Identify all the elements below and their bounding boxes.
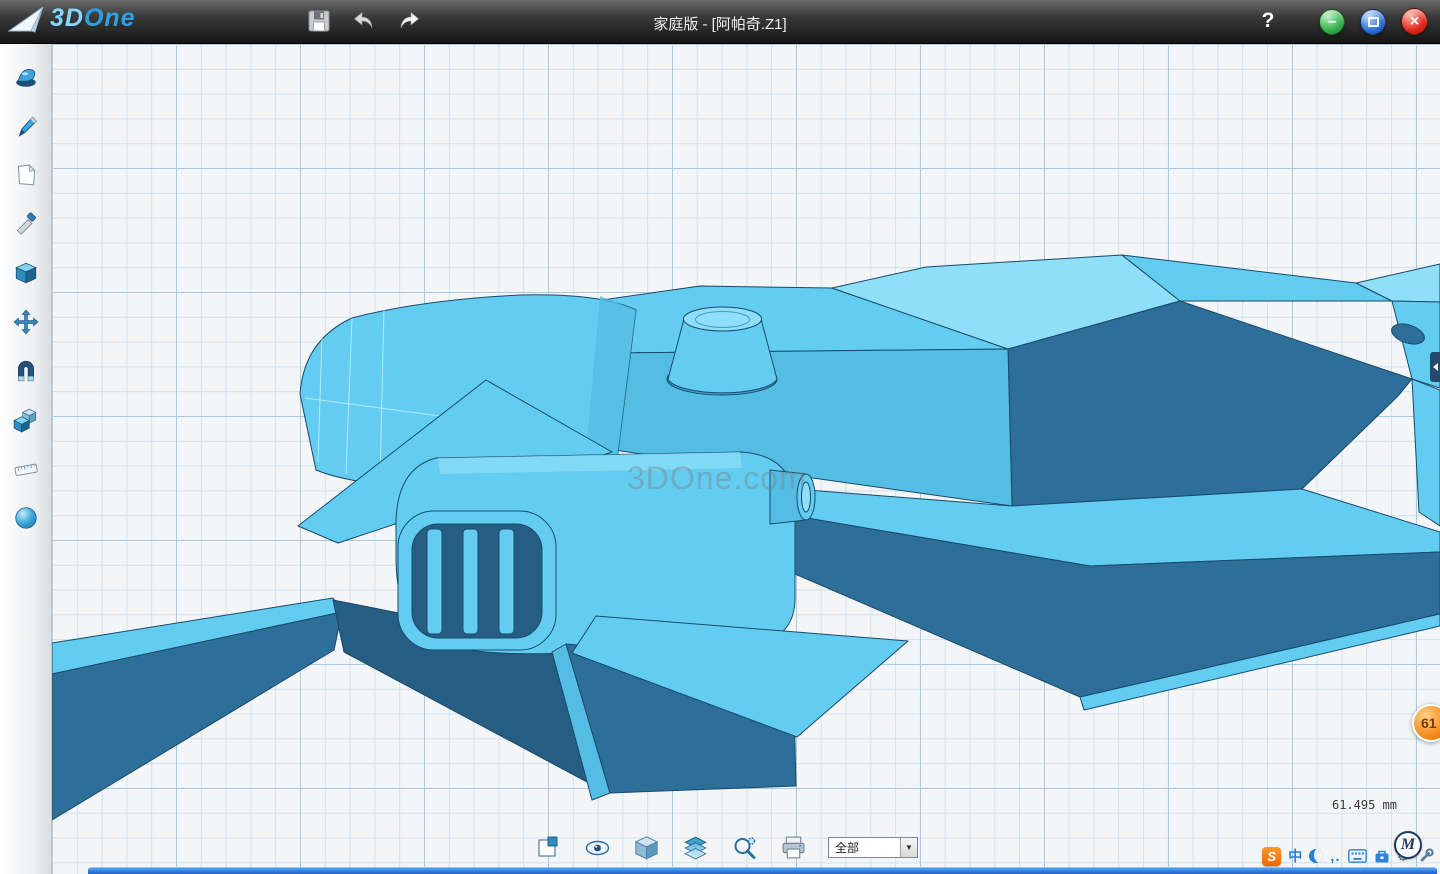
- help-button[interactable]: ?: [1254, 7, 1282, 35]
- ruler-button[interactable]: [8, 451, 44, 486]
- model-intake-grille[interactable]: [398, 511, 556, 650]
- ruler-icon: [13, 456, 39, 482]
- sogou-logo-icon[interactable]: S: [1262, 847, 1281, 866]
- language-mode-toggle[interactable]: 中: [1288, 846, 1302, 866]
- window-controls: – ×: [1319, 8, 1428, 35]
- move-arrows-icon: [13, 309, 39, 335]
- titlebar: 3DOne 家庭版 - [阿帕奇.: [0, 0, 1440, 44]
- minimize-button[interactable]: –: [1319, 9, 1345, 35]
- zoom-settings-button[interactable]: [730, 833, 758, 861]
- minimize-glyph: –: [1328, 17, 1336, 27]
- view-toolbar: 全部 ▼: [534, 833, 918, 861]
- viewport-3d[interactable]: 3DOne.com 61.495 mm 61: [52, 44, 1440, 874]
- dropdown-arrow-icon[interactable]: ▼: [900, 838, 917, 857]
- fullwidth-moon-icon[interactable]: [1309, 849, 1323, 863]
- combine-cubes-button[interactable]: [8, 402, 44, 437]
- soft-keyboard-button[interactable]: [1348, 849, 1367, 863]
- sketch-sheet-button[interactable]: [8, 157, 44, 192]
- view-cube-icon: [633, 834, 660, 861]
- render-sphere-icon: [13, 505, 39, 531]
- app-window: 3DOne 家庭版 - [阿帕奇.: [0, 0, 1440, 874]
- visibility-button[interactable]: [583, 833, 611, 861]
- layers-button[interactable]: [681, 833, 709, 861]
- chevron-left-icon: [1433, 363, 1438, 371]
- solid-cube-icon: [13, 260, 39, 286]
- solid-cube-button[interactable]: [8, 255, 44, 290]
- shape-template-icon: [13, 64, 39, 90]
- sketch-pencil-button[interactable]: [8, 108, 44, 143]
- magnet-icon: [13, 358, 39, 384]
- measurement-label: 61.495 mm: [1332, 798, 1397, 812]
- toolbox-icon: [1374, 849, 1390, 864]
- model-view-label: M: [1401, 836, 1415, 854]
- badge-value: 61: [1421, 715, 1437, 731]
- render-sphere-button[interactable]: [8, 500, 44, 535]
- toolbox-button[interactable]: [1374, 849, 1390, 864]
- left-toolbar: [0, 44, 52, 874]
- window-title: 家庭版 - [阿帕奇.Z1]: [0, 13, 1440, 34]
- print-button[interactable]: [779, 833, 807, 861]
- maximize-button[interactable]: [1360, 9, 1386, 35]
- combine-cubes-icon: [13, 407, 39, 433]
- layers-icon: [682, 834, 709, 861]
- sketch-pencil-icon: [13, 113, 39, 139]
- move-arrows-button[interactable]: [8, 304, 44, 339]
- punctuation-toggle[interactable]: ,.: [1330, 848, 1340, 865]
- zoom-gear-icon: [731, 834, 758, 861]
- helicopter-model[interactable]: [52, 44, 1440, 874]
- close-glyph: ×: [1410, 13, 1419, 31]
- datum-plane-icon: [535, 834, 561, 860]
- display-filter-value: 全部: [829, 839, 900, 856]
- sketch-sheet-icon: [13, 162, 39, 188]
- taskbar-strip[interactable]: [88, 867, 1437, 874]
- panel-expand-tab[interactable]: [1430, 352, 1440, 382]
- trim-knife-button[interactable]: [8, 206, 44, 241]
- trim-knife-icon: [13, 211, 39, 237]
- datum-plane-button[interactable]: [534, 833, 562, 861]
- keyboard-icon: [1348, 849, 1367, 863]
- model-rotor-mast[interactable]: [667, 307, 777, 395]
- view-mode-button[interactable]: [632, 833, 660, 861]
- maximize-glyph: [1368, 17, 1379, 27]
- magnet-button[interactable]: [8, 353, 44, 388]
- visibility-eye-icon: [584, 834, 611, 861]
- display-filter-dropdown[interactable]: 全部 ▼: [828, 837, 918, 858]
- model-view-button[interactable]: M: [1394, 831, 1422, 859]
- printer-icon: [780, 834, 807, 861]
- close-button[interactable]: ×: [1401, 8, 1428, 35]
- shape-template-button[interactable]: [8, 59, 44, 94]
